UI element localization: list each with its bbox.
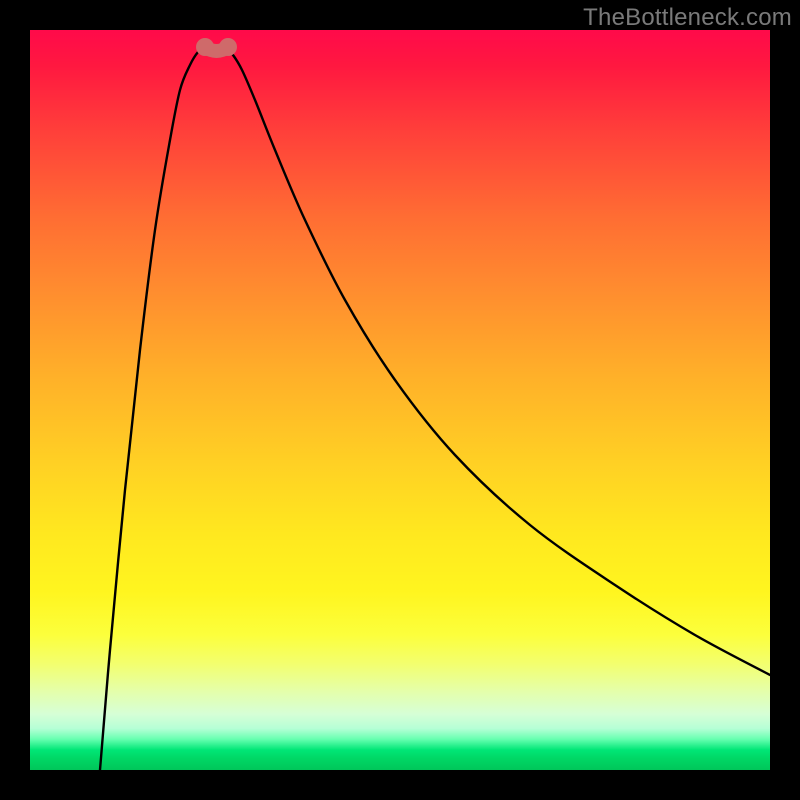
watermark-text: TheBottleneck.com bbox=[583, 4, 792, 32]
curve-right-branch bbox=[225, 47, 770, 675]
plot-area bbox=[30, 30, 770, 770]
chart-frame: TheBottleneck.com bbox=[0, 0, 800, 800]
marker-valley-right bbox=[219, 38, 237, 56]
bottleneck-curve bbox=[30, 30, 770, 770]
marker-valley-left bbox=[196, 38, 214, 56]
curve-left-branch bbox=[100, 47, 205, 770]
